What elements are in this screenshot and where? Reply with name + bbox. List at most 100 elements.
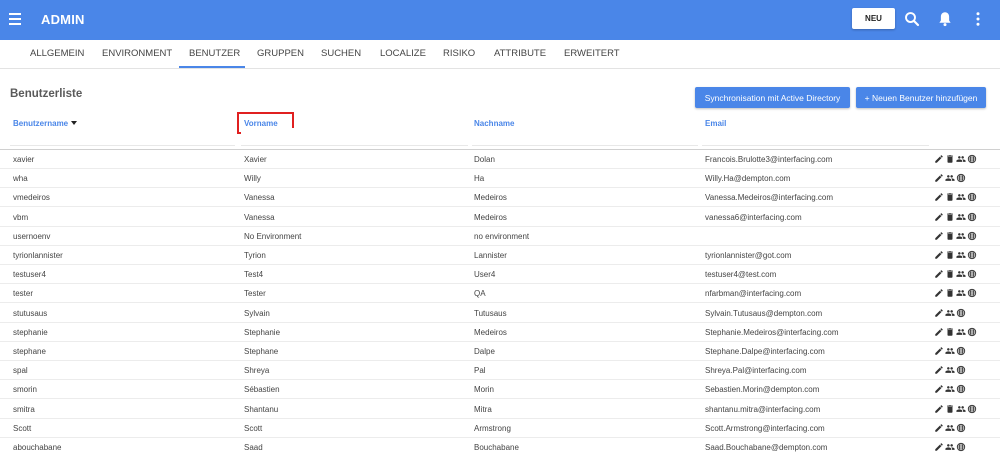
group-icon[interactable] [956,231,966,241]
edit-icon[interactable] [934,327,944,337]
edit-icon[interactable] [934,231,944,241]
tab-allgemein[interactable]: ALLGEMEIN [30,48,84,59]
group-icon[interactable] [945,365,955,375]
new-button[interactable]: NEU [852,8,895,29]
bell-icon[interactable] [936,10,954,28]
table-row[interactable]: stephanie Stephanie Medeiros Stephanie.Mede… [0,323,1000,342]
globe-icon[interactable] [956,308,966,318]
tab-risiko[interactable]: RISIKO [443,48,475,59]
globe-icon[interactable] [956,423,966,433]
tab-suchen[interactable]: SUCHEN [321,48,361,59]
email-filter-input[interactable] [702,128,929,146]
table-row[interactable]: tester Tester QA nfarbman@interfacing.com [0,284,1000,304]
group-icon[interactable] [956,250,966,260]
last-name-filter-input[interactable] [472,128,698,146]
globe-icon[interactable] [967,212,977,222]
table-row[interactable]: wha Willy Ha Willy.Ha@dempton.com [0,169,1000,189]
group-icon[interactable] [956,212,966,222]
delete-icon[interactable] [945,212,955,222]
table-row[interactable]: vmedeiros Vanessa Medeiros Vanessa.Medeiros… [0,188,1000,208]
username-filter-input[interactable] [10,128,235,146]
group-icon[interactable] [945,384,955,394]
delete-icon[interactable] [945,231,955,241]
column-header-email[interactable]: Email [705,119,726,128]
delete-icon[interactable] [945,404,955,414]
tab-attribute[interactable]: ATTRIBUTE [494,48,546,59]
table-row[interactable]: smorin Sébastien Morin Sebastien.Morin@demp… [0,380,1000,400]
table-row[interactable]: tyrionlannister Tyrion Lannister tyrionlann… [0,246,1000,265]
edit-icon[interactable] [934,173,944,183]
group-icon[interactable] [945,308,955,318]
edit-icon[interactable] [934,384,944,394]
group-icon[interactable] [956,404,966,414]
edit-icon[interactable] [934,212,944,222]
group-icon[interactable] [956,154,966,164]
more-vert-icon[interactable] [969,10,987,28]
first-name-filter-input[interactable] [241,128,468,146]
table-row[interactable]: spal Shreya Pal Shreya.Pal@interfacing.com [0,361,1000,381]
delete-icon[interactable] [945,288,955,298]
edit-icon[interactable] [934,442,944,452]
table-row[interactable]: usernoenv No Environment no environment [0,227,1000,246]
edit-icon[interactable] [934,346,944,356]
edit-icon[interactable] [934,404,944,414]
active-tab-indicator [179,66,245,68]
add-user-button[interactable]: + Neuen Benutzer hinzufügen [856,87,986,108]
edit-icon[interactable] [934,154,944,164]
edit-icon[interactable] [934,250,944,260]
table-row[interactable]: abouchabane Saad Bouchabane Saad.Bouchabane… [0,438,1000,455]
globe-icon[interactable] [967,269,977,279]
delete-icon[interactable] [945,250,955,260]
group-icon[interactable] [945,423,955,433]
edit-icon[interactable] [934,269,944,279]
group-icon[interactable] [956,269,966,279]
cell-first-name: Xavier [244,155,267,164]
table-row[interactable]: smitra Shantanu Mitra shantanu.mitra@interf… [0,400,1000,419]
group-icon[interactable] [956,192,966,202]
edit-icon[interactable] [934,308,944,318]
tab-localize[interactable]: LOCALIZE [380,48,426,59]
table-row[interactable]: vbm Vanessa Medeiros vanessa6@interfacing.c… [0,208,1000,227]
table-row[interactable]: Scott Scott Armstrong Scott.Armstrong@inter… [0,419,1000,438]
globe-icon[interactable] [956,442,966,452]
delete-icon[interactable] [945,154,955,164]
group-icon[interactable] [945,173,955,183]
globe-icon[interactable] [967,154,977,164]
table-row[interactable]: xavier Xavier Dolan Francois.Brulotte3@inte… [0,150,1000,169]
edit-icon[interactable] [934,288,944,298]
group-icon[interactable] [956,327,966,337]
globe-icon[interactable] [967,404,977,414]
globe-icon[interactable] [967,327,977,337]
tab-erweitert[interactable]: ERWEITERT [564,48,620,59]
group-icon[interactable] [945,346,955,356]
column-header-last-name[interactable]: Nachname [474,119,514,128]
globe-icon[interactable] [956,384,966,394]
globe-icon[interactable] [956,173,966,183]
tab-gruppen[interactable]: GRUPPEN [257,48,304,59]
delete-icon[interactable] [945,327,955,337]
cell-username: testuser4 [13,270,46,280]
globe-icon[interactable] [956,346,966,356]
table-row[interactable]: stephane Stephane Dalpe Stephane.Dalpe@inte… [0,342,1000,361]
tab-benutzer[interactable]: BENUTZER [189,48,240,59]
edit-icon[interactable] [934,423,944,433]
column-header-username[interactable]: Benutzername [13,119,78,128]
group-icon[interactable] [945,442,955,452]
group-icon[interactable] [956,288,966,298]
tab-environment[interactable]: ENVIRONMENT [102,48,172,59]
search-icon[interactable] [903,10,921,28]
delete-icon[interactable] [945,192,955,202]
globe-icon[interactable] [967,231,977,241]
globe-icon[interactable] [967,192,977,202]
globe-icon[interactable] [967,288,977,298]
sync-active-directory-button[interactable]: Synchronisation mit Active Directory [695,87,850,108]
edit-icon[interactable] [934,192,944,202]
delete-icon[interactable] [945,269,955,279]
globe-icon[interactable] [967,250,977,260]
menu-icon[interactable] [9,13,21,25]
top-app-bar: ADMIN NEU [0,0,1000,40]
table-row[interactable]: stutusaus Sylvain Tutusaus Sylvain.Tutusaus… [0,304,1000,323]
table-row[interactable]: testuser4 Test4 User4 testuser4@test.com [0,265,1000,285]
edit-icon[interactable] [934,365,944,375]
globe-icon[interactable] [956,365,966,375]
